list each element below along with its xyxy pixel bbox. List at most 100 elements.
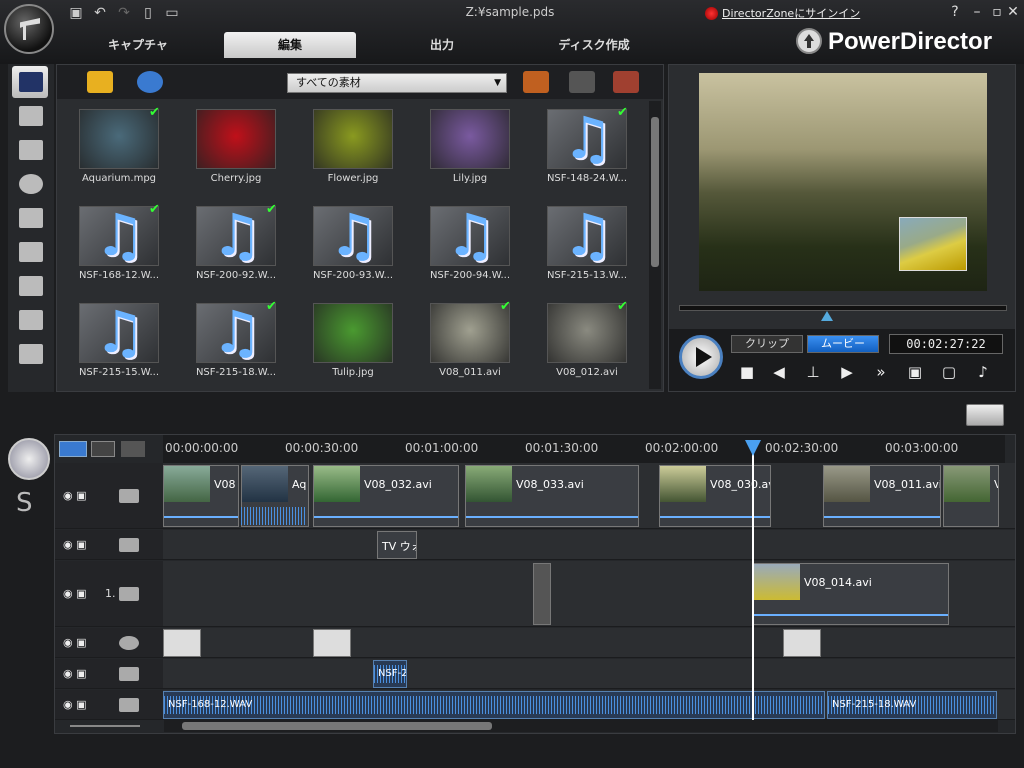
timeline-fit-button[interactable]	[966, 404, 1004, 426]
import-folder-icon[interactable]	[87, 71, 113, 93]
help-icon[interactable]: ?	[944, 4, 966, 24]
media-thumbnail[interactable]: Lily.jpg	[420, 105, 520, 193]
visibility-lock-icon[interactable]: ◉ ▣	[63, 538, 87, 551]
timeline-mode-icon[interactable]	[59, 441, 87, 457]
timeline-music-clip[interactable]: NSF-168-12.WAV	[163, 691, 825, 719]
media-thumbnail[interactable]: Cherry.jpg	[186, 105, 286, 193]
magic-style-icon[interactable]: Ѕ	[16, 488, 33, 518]
music-note-icon	[196, 206, 276, 266]
media-room-icon[interactable]	[12, 66, 48, 98]
music-note-icon	[79, 303, 159, 363]
split-icon[interactable]: ⊥	[801, 363, 825, 383]
effect-room-icon[interactable]	[12, 100, 48, 132]
media-thumbnail[interactable]: NSF-215-15.W...	[69, 299, 169, 387]
fullscreen-icon[interactable]: ▢	[937, 363, 961, 383]
produce-clip-icon[interactable]	[613, 71, 639, 93]
timeline-video-clip[interactable]: V08_030.avi	[659, 465, 771, 527]
track-header: ◉ ▣ 1.	[55, 561, 163, 626]
play-button[interactable]	[679, 335, 723, 379]
redo-icon[interactable]: ↷	[114, 4, 134, 22]
media-thumbnail[interactable]: ✔ NSF-200-92.W...	[186, 202, 286, 290]
undo-icon[interactable]: ↶	[90, 4, 110, 22]
visibility-lock-icon[interactable]: ◉ ▣	[63, 587, 87, 600]
chapter-room-icon[interactable]	[12, 304, 48, 336]
media-filename: Cherry.jpg	[210, 173, 262, 184]
timeline-title-clip[interactable]	[783, 629, 821, 657]
pip-room-icon[interactable]	[12, 134, 48, 166]
timeline-voice-clip[interactable]: NSF-2	[373, 660, 407, 688]
timeline-video-clip[interactable]: V08_033.avi	[465, 465, 639, 527]
subtitle-room-icon[interactable]	[12, 338, 48, 370]
timeline-video-clip[interactable]: V08_011.avi	[823, 465, 941, 527]
media-thumbnail[interactable]: ✔ V08_011.avi	[420, 299, 520, 387]
storyboard-icon[interactable]	[569, 71, 595, 93]
timeline-video-clip[interactable]: V08	[163, 465, 239, 527]
clip-mode-button[interactable]: クリップ	[731, 335, 803, 353]
media-thumbnail[interactable]: ✔ Aquarium.mpg	[69, 105, 169, 193]
directorzone-signin-link[interactable]: DirectorZoneにサインイン	[722, 5, 860, 21]
preview-seekbar[interactable]	[679, 305, 1007, 311]
magic-tools-icon[interactable]	[8, 438, 50, 480]
storyboard-mode-icon[interactable]	[91, 441, 115, 457]
media-thumbnail[interactable]: NSF-215-13.W...	[537, 202, 637, 290]
media-thumbnail[interactable]: NSF-200-93.W...	[303, 202, 403, 290]
visibility-lock-icon[interactable]: ◉ ▣	[63, 489, 87, 502]
visibility-lock-icon[interactable]: ◉ ▣	[63, 698, 87, 711]
save-icon[interactable]: ▣	[66, 4, 86, 22]
volume-icon[interactable]: ♪	[971, 363, 995, 383]
timeline-title-clip[interactable]	[313, 629, 351, 657]
movie-mode-button[interactable]: ムービー	[807, 335, 879, 353]
timeline-pip-clip[interactable]: V08_014.avi	[753, 563, 949, 625]
media-thumbnail[interactable]: ✔ NSF-168-12.W...	[69, 202, 169, 290]
timeline-video-clip[interactable]: V08_032.avi	[313, 465, 459, 527]
close-icon[interactable]: ✕	[1002, 4, 1024, 24]
minimize-icon[interactable]: –	[966, 4, 988, 24]
voice-over-room-icon[interactable]	[12, 270, 48, 302]
media-thumbnail[interactable]: ✔ V08_012.avi	[537, 299, 637, 387]
playhead[interactable]	[752, 440, 754, 720]
seek-thumb-icon[interactable]	[821, 311, 833, 321]
timeline-pip-clip[interactable]	[533, 563, 551, 625]
media-thumbnail[interactable]: Flower.jpg	[303, 105, 403, 193]
timeline-scrollbar[interactable]	[164, 720, 998, 732]
timeline-toolbar	[0, 396, 1024, 434]
timeline-video-clip[interactable]: V	[943, 465, 999, 527]
tab-edit[interactable]: 編集	[224, 32, 356, 58]
timeline-effect-clip[interactable]: TV ウォ	[377, 531, 417, 559]
in-use-check-icon: ✔	[617, 105, 628, 120]
timeline-music-clip[interactable]: NSF-215-18.WAV	[827, 691, 997, 719]
tab-produce[interactable]: 出力	[376, 32, 508, 58]
previous-frame-icon[interactable]: ◀	[767, 363, 791, 383]
library-scrollbar[interactable]	[649, 101, 661, 389]
media-thumbnail[interactable]: ✔ NSF-148-24.W...	[537, 105, 637, 193]
download-globe-icon[interactable]	[137, 71, 163, 93]
stop-icon[interactable]: ■	[735, 363, 759, 383]
media-filter-dropdown[interactable]: すべての素材	[287, 73, 507, 93]
app-logo-icon[interactable]	[4, 4, 54, 54]
media-thumbnail[interactable]: NSF-200-94.W...	[420, 202, 520, 290]
visibility-lock-icon[interactable]: ◉ ▣	[63, 636, 87, 649]
track-header: ◉ ▣	[55, 463, 163, 528]
snapshot-icon[interactable]: ▣	[903, 363, 927, 383]
timeline-zoom-slider[interactable]	[60, 722, 154, 730]
tab-create-disc[interactable]: ディスク作成	[528, 32, 660, 58]
title-room-icon[interactable]	[12, 168, 48, 200]
playhead-marker-icon[interactable]	[745, 440, 761, 456]
track-header: ◉ ▣	[55, 628, 163, 657]
tab-capture[interactable]: キャプチャ	[72, 32, 204, 58]
next-frame-icon[interactable]: ▶	[835, 363, 859, 383]
new-project-icon[interactable]: ▯	[138, 4, 158, 22]
audio-mixing-room-icon[interactable]	[12, 236, 48, 268]
timeline-title-clip[interactable]	[163, 629, 201, 657]
video-track-icon	[119, 489, 139, 503]
upgrade-icon[interactable]	[796, 28, 822, 54]
open-project-icon[interactable]: ▭	[162, 4, 182, 22]
visibility-lock-icon[interactable]: ◉ ▣	[63, 667, 87, 680]
media-thumbnail[interactable]: ✔ NSF-215-18.W...	[186, 299, 286, 387]
media-thumbnail[interactable]: Tulip.jpg	[303, 299, 403, 387]
fast-forward-icon[interactable]: »	[869, 363, 893, 383]
transition-room-icon[interactable]	[12, 202, 48, 234]
insert-to-track-icon[interactable]	[523, 71, 549, 93]
timeline-ruler[interactable]: 00:00:00:00 00:00:30:00 00:01:00:00 00:01:3…	[163, 435, 1005, 463]
pip-designer-icon[interactable]	[121, 441, 145, 457]
